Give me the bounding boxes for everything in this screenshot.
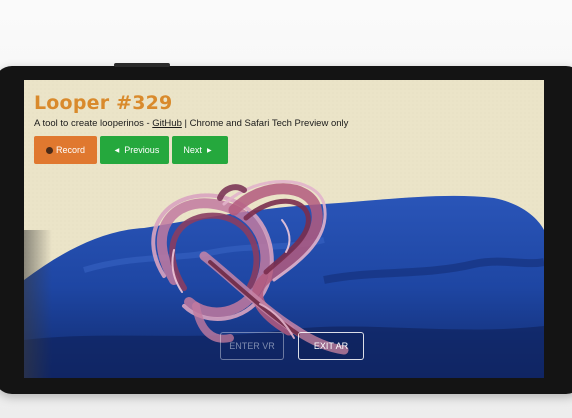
page-subtitle: A tool to create looperinos - GitHub | C… (34, 118, 348, 129)
photo-background: Looper #329 A tool to create looperinos … (0, 0, 572, 418)
ar-camera-view[interactable]: Looper #329 A tool to create looperinos … (24, 80, 544, 378)
previous-button[interactable]: ◀ Previous (100, 136, 169, 164)
record-button[interactable]: Record (34, 136, 97, 164)
enter-vr-button[interactable]: ENTER VR (220, 332, 284, 360)
next-button[interactable]: Next ▶ (172, 136, 228, 164)
triangle-left-icon: ◀ (114, 147, 120, 154)
subtitle-suffix: | Chrome and Safari Tech Preview only (181, 118, 349, 129)
record-dot-icon (45, 146, 53, 154)
page-title: Looper #329 (34, 92, 173, 114)
github-link[interactable]: GitHub (152, 118, 182, 129)
next-button-label: Next (183, 145, 202, 155)
subtitle-prefix: A tool to create looperinos - (34, 118, 153, 129)
previous-button-label: Previous (124, 145, 160, 155)
exit-ar-button[interactable]: EXIT AR (298, 332, 364, 360)
looper-ui-overlay: Looper #329 A tool to create looperinos … (24, 80, 544, 378)
record-button-label: Record (55, 145, 85, 155)
triangle-right-icon: ▶ (206, 147, 212, 154)
phone-volume-button (114, 63, 170, 67)
